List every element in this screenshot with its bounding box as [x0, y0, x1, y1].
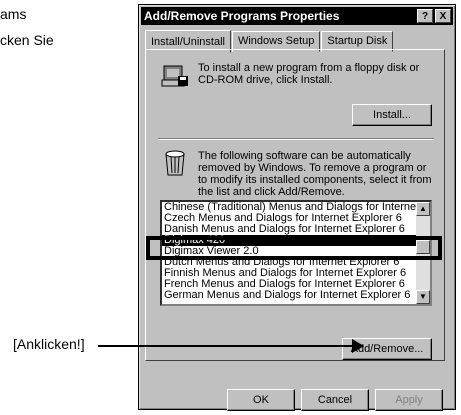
tab-panel: To install a new program from a floppy d… — [145, 49, 445, 361]
close-button[interactable]: X — [435, 9, 451, 23]
help-button[interactable]: ? — [417, 9, 433, 23]
scroll-down-button[interactable]: ▼ — [416, 290, 430, 304]
cancel-button[interactable]: Cancel — [301, 389, 369, 411]
background-text-line-2: cken Sie — [0, 32, 54, 48]
install-button[interactable]: Install... — [352, 104, 432, 126]
floppy-computer-icon — [161, 65, 188, 87]
dialog-title: Add/Remove Programs Properties — [144, 9, 340, 23]
list-item[interactable]: German Menus and Dialogs for Internet Ex… — [162, 290, 430, 301]
callout-label: [Anklicken!] — [13, 336, 85, 352]
add-remove-programs-dialog: Add/Remove Programs Properties ? X Insta… — [138, 4, 456, 411]
apply-button: Apply — [375, 389, 443, 411]
callout-arrow-icon — [352, 339, 364, 353]
callout-line — [98, 345, 358, 347]
ok-button[interactable]: OK — [227, 389, 295, 411]
recycle-bin-icon — [165, 150, 185, 176]
scroll-up-button[interactable]: ▲ — [416, 202, 430, 216]
dialog-titlebar: Add/Remove Programs Properties ? X — [141, 7, 453, 25]
background-text-line-1: ams — [0, 6, 27, 22]
uninstall-instructions: The following software can be automatica… — [198, 150, 432, 198]
selection-highlight-box — [146, 236, 442, 260]
section-divider — [158, 138, 434, 140]
install-instructions: To install a new program from a floppy d… — [198, 62, 420, 86]
